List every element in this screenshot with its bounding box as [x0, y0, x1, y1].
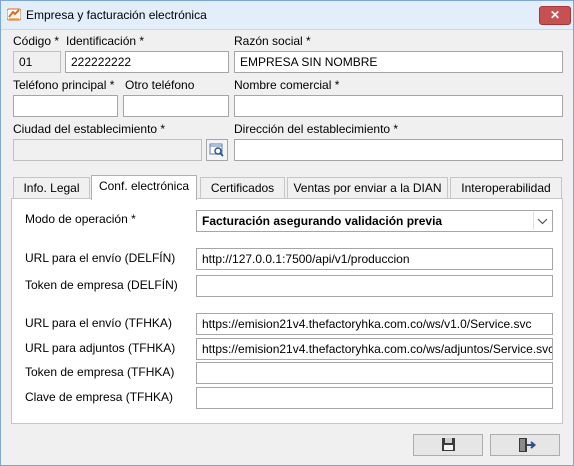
exit-button[interactable] — [490, 434, 560, 456]
conf-electronica-panel: Modo de operación * Facturación aseguran… — [11, 198, 563, 424]
otro-telefono-label: Otro teléfono — [125, 78, 195, 92]
nombre-comercial-label: Nombre comercial * — [234, 78, 340, 92]
floppy-disk-icon — [442, 438, 455, 451]
ciudad-label: Ciudad del establecimiento * — [13, 122, 166, 136]
modo-label: Modo de operación * — [25, 212, 136, 226]
window-title: Empresa y facturación electrónica — [26, 8, 207, 22]
identificacion-field[interactable]: 222222222 — [65, 51, 229, 73]
chevron-down-icon — [533, 212, 548, 230]
tab-certificados[interactable]: Certificados — [200, 177, 285, 198]
token-tfhka-label: Token de empresa (TFHKA) — [25, 365, 175, 379]
clave-tfhka-field[interactable] — [196, 387, 553, 409]
url-tfhka-field[interactable]: https://emision21v4.thefactoryhka.com.co… — [196, 313, 553, 335]
magnifier-lookup-icon — [209, 143, 224, 157]
otro-telefono-field[interactable] — [123, 95, 229, 117]
url-tfhka-label: URL para el envío (TFHKA) — [25, 316, 172, 330]
ciudad-field[interactable] — [13, 139, 202, 161]
close-icon: ✕ — [549, 8, 561, 22]
token-tfhka-field[interactable] — [196, 362, 553, 384]
tab-strip: Info. Legal Conf. electrónica Certificad… — [11, 175, 564, 200]
exit-door-icon — [519, 438, 537, 452]
token-delfin-label: Token de empresa (DELFÍN) — [25, 278, 178, 292]
modo-select-value: Facturación asegurando validación previa — [202, 214, 443, 228]
close-button[interactable]: ✕ — [539, 6, 571, 25]
url-adjuntos-label: URL para adjuntos (TFHKA) — [25, 341, 176, 355]
url-adjuntos-field[interactable]: https://emision21v4.thefactoryhka.com.co… — [196, 338, 553, 360]
tab-conf-electronica[interactable]: Conf. electrónica — [91, 175, 197, 200]
ciudad-lookup-button[interactable] — [206, 139, 228, 161]
telefono-principal-label: Teléfono principal * — [13, 78, 115, 92]
save-button[interactable] — [413, 434, 483, 456]
tab-interoperabilidad[interactable]: Interoperabilidad — [450, 177, 562, 198]
identificacion-label: Identificación * — [66, 34, 145, 48]
razon-social-label: Razón social * — [234, 34, 311, 48]
app-logo-icon — [7, 8, 21, 21]
telefono-principal-field[interactable] — [13, 95, 118, 117]
url-delfin-label: URL para el envío (DELFÍN) — [25, 251, 176, 265]
token-delfin-field[interactable] — [196, 275, 553, 297]
direccion-label: Dirección del establecimiento * — [234, 122, 399, 136]
url-delfin-field[interactable]: http://127.0.0.1:7500/api/v1/produccion — [196, 248, 553, 270]
clave-tfhka-label: Clave de empresa (TFHKA) — [25, 390, 174, 404]
client-area: Código * 01 Identificación * 222222222 R… — [5, 30, 569, 460]
tab-ventas-por-enviar[interactable]: Ventas por enviar a la DIAN — [287, 177, 448, 198]
codigo-field[interactable]: 01 — [13, 51, 61, 73]
company-window: Empresa y facturación electrónica ✕ Códi… — [0, 0, 574, 466]
direccion-field[interactable] — [234, 139, 563, 161]
razon-social-field[interactable]: EMPRESA SIN NOMBRE — [234, 51, 563, 73]
modo-select[interactable]: Facturación asegurando validación previa — [196, 210, 553, 232]
codigo-label: Código * — [13, 34, 60, 48]
tab-info-legal[interactable]: Info. Legal — [13, 177, 90, 198]
nombre-comercial-field[interactable] — [234, 95, 563, 117]
title-bar: Empresa y facturación electrónica ✕ — [1, 1, 573, 30]
